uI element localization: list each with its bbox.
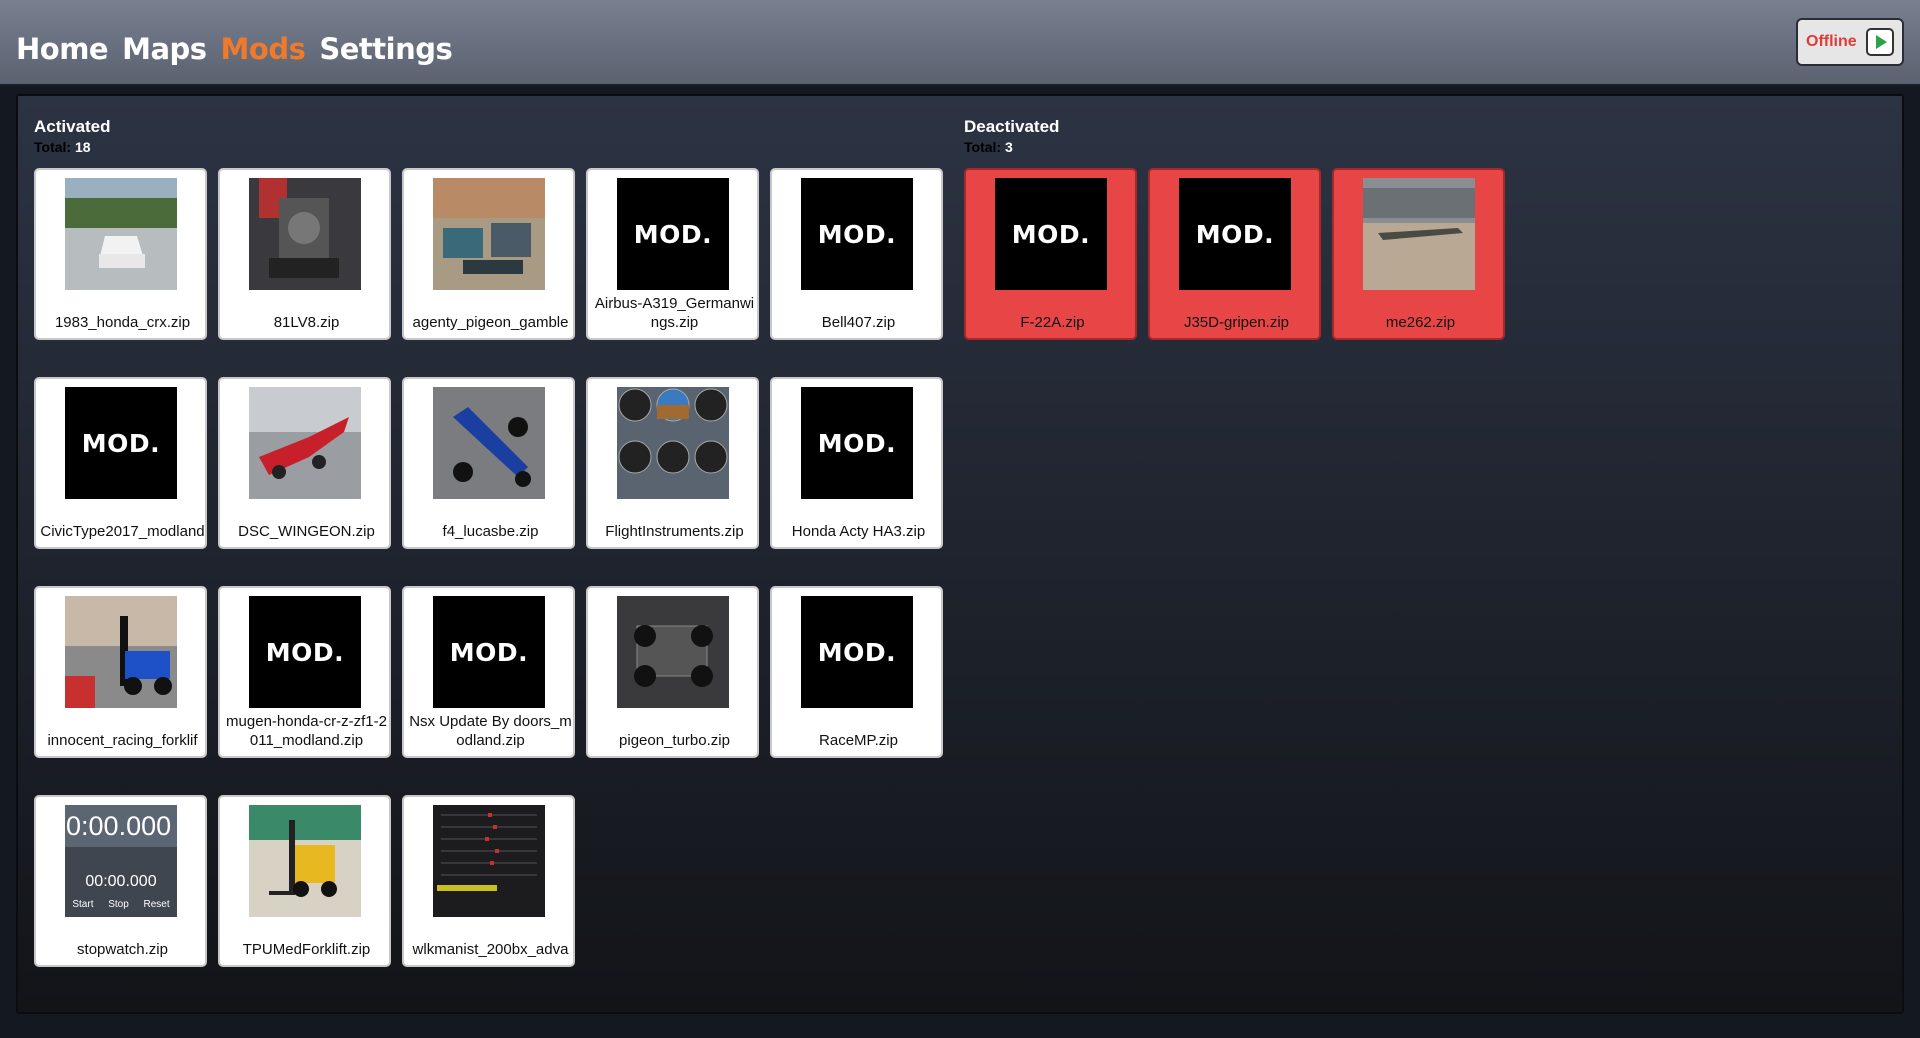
activated-mod-card[interactable]: MOD. Bell407.zip xyxy=(770,168,943,340)
activated-mod-card[interactable]: agenty_pigeon_gamble xyxy=(402,168,575,340)
mod-file-name: 1983_honda_crx.zip xyxy=(54,314,191,331)
activated-mod-card[interactable]: DSC_WINGEON.zip xyxy=(218,377,391,549)
mod-thumbnail-image xyxy=(1363,178,1475,290)
mod-placeholder-thumbnail: MOD. xyxy=(801,596,913,708)
activated-mod-card[interactable]: FlightInstruments.zip xyxy=(586,377,759,549)
activated-mod-card[interactable]: pigeon_turbo.zip xyxy=(586,586,759,758)
mod-thumbnail-image xyxy=(65,178,177,290)
mod-file-name: CivicType2017_modland xyxy=(40,523,205,540)
mod-file-name: agenty_pigeon_gamble xyxy=(412,314,569,331)
mod-placeholder-thumbnail: MOD. xyxy=(249,596,361,708)
activated-mod-card[interactable]: MOD. RaceMP.zip xyxy=(770,586,943,758)
activated-mod-card[interactable]: 1983_honda_crx.zip xyxy=(34,168,207,340)
mod-thumbnail-image xyxy=(65,596,177,708)
activated-mod-card[interactable]: f4_lucasbe.zip xyxy=(402,377,575,549)
mod-thumbnail-image xyxy=(617,596,729,708)
activated-mod-card[interactable]: wlkmanist_200bx_adva xyxy=(402,795,575,967)
mod-thumbnail-image xyxy=(249,178,361,290)
deactivated-total-label: Total: xyxy=(964,139,1002,155)
deactivated-total-count: 3 xyxy=(1004,139,1013,155)
mod-file-name: stopwatch.zip xyxy=(77,941,168,958)
mod-placeholder-thumbnail: MOD. xyxy=(995,178,1107,290)
mod-thumbnail-image xyxy=(249,805,361,917)
mod-file-name: Airbus-A319_Germanwings.zip xyxy=(594,295,755,331)
mod-file-name: 81LV8.zip xyxy=(273,314,340,331)
mod-file-name: Bell407.zip xyxy=(821,314,896,331)
mod-thumbnail-image xyxy=(433,178,545,290)
deactivated-mod-card[interactable]: MOD. F-22A.zip xyxy=(964,168,1137,340)
mod-file-name: TPUMedForklift.zip xyxy=(242,941,371,958)
deactivated-mod-card[interactable]: me262.zip xyxy=(1332,168,1505,340)
activated-mod-card[interactable]: 81LV8.zip xyxy=(218,168,391,340)
mod-file-name: F-22A.zip xyxy=(1020,314,1085,331)
mod-placeholder-thumbnail: MOD. xyxy=(1179,178,1291,290)
activated-mod-card[interactable]: MOD. CivicType2017_modland xyxy=(34,377,207,549)
activated-total-label: Total: xyxy=(34,139,72,155)
mod-thumbnail-image xyxy=(249,387,361,499)
mod-file-name: Nsx Update By doors_modland.zip xyxy=(409,713,572,749)
deactivated-heading: Deactivated xyxy=(964,117,1060,136)
activated-mod-card[interactable]: innocent_racing_forklif xyxy=(34,586,207,758)
activated-mod-card[interactable]: MOD. mugen-honda-cr-z-zf1-2011_modland.zi… xyxy=(218,586,391,758)
mod-placeholder-thumbnail: MOD. xyxy=(801,387,913,499)
mod-file-name: f4_lucasbe.zip xyxy=(442,523,539,540)
mod-file-name: RaceMP.zip xyxy=(819,732,898,749)
nav-mods[interactable]: Mods xyxy=(221,32,306,66)
nav-settings[interactable]: Settings xyxy=(319,32,452,66)
stopwatch-thumbnail: 00:00.00000:00.000StartStopReset xyxy=(65,805,177,917)
activated-mod-card[interactable]: 00:00.00000:00.000StartStopReset stopwatc… xyxy=(34,795,207,967)
nav-home[interactable]: Home xyxy=(16,32,109,66)
activated-mod-card[interactable]: MOD. Airbus-A319_Germanwings.zip xyxy=(586,168,759,340)
mod-thumbnail-image xyxy=(433,805,545,917)
mod-thumbnail-image xyxy=(617,387,729,499)
mod-file-name: Honda Acty HA3.zip xyxy=(791,523,926,540)
offline-launch-button[interactable]: Offline xyxy=(1796,18,1904,66)
deactivated-total: Total: 3 xyxy=(964,139,1013,155)
mod-placeholder-thumbnail: MOD. xyxy=(801,178,913,290)
activated-mod-card[interactable]: MOD. Nsx Update By doors_modland.zip xyxy=(402,586,575,758)
mod-thumbnail-image xyxy=(433,387,545,499)
mod-placeholder-thumbnail: MOD. xyxy=(65,387,177,499)
mod-file-name: me262.zip xyxy=(1385,314,1456,331)
deactivated-mod-card[interactable]: MOD. J35D-gripen.zip xyxy=(1148,168,1321,340)
activated-total: Total: 18 xyxy=(34,139,91,155)
mod-file-name: DSC_WINGEON.zip xyxy=(238,523,375,540)
mod-placeholder-thumbnail: MOD. xyxy=(617,178,729,290)
main-nav: Home Maps Mods Settings xyxy=(16,32,453,66)
mods-panel: Activated Total: 18 1983_honda_crx.zip 81… xyxy=(16,94,1904,1014)
mod-file-name: FlightInstruments.zip xyxy=(605,523,744,540)
offline-label: Offline xyxy=(1806,33,1857,50)
mod-file-name: innocent_racing_forklif xyxy=(47,732,198,749)
activated-total-count: 18 xyxy=(74,139,91,155)
mod-file-name: mugen-honda-cr-z-zf1-2011_modland.zip xyxy=(226,713,387,749)
mod-file-name: wlkmanist_200bx_adva xyxy=(412,941,569,958)
activated-heading: Activated xyxy=(34,117,111,136)
activated-mod-card[interactable]: MOD. Honda Acty HA3.zip xyxy=(770,377,943,549)
activated-mod-card[interactable]: TPUMedForklift.zip xyxy=(218,795,391,967)
play-icon xyxy=(1866,28,1894,56)
mod-file-name: J35D-gripen.zip xyxy=(1183,314,1290,331)
nav-maps[interactable]: Maps xyxy=(122,32,207,66)
mod-placeholder-thumbnail: MOD. xyxy=(433,596,545,708)
top-navigation-bar: Home Maps Mods Settings Offline xyxy=(0,0,1920,86)
mod-file-name: pigeon_turbo.zip xyxy=(619,732,730,749)
